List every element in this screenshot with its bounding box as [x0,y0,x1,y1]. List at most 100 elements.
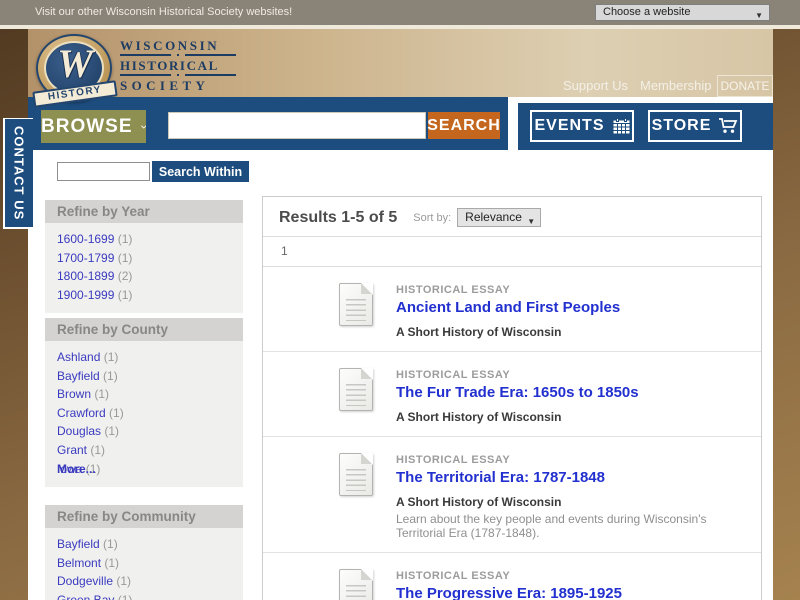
chevron-down-icon: ▼ [755,11,763,20]
results-panel: Results 1-5 of 5 Sort by: Relevance ▼ 1 [262,196,762,600]
facet-community-link[interactable]: Green Bay [57,593,114,600]
facet-community-count: (1) [103,537,118,551]
page-background: Visit our other Wisconsin Historical Soc… [0,0,800,600]
search-within-button[interactable]: Search Within [152,161,249,182]
sort-by-label: Sort by: [413,211,452,224]
events-label: EVENTS [534,117,605,134]
result-row: HISTORICAL ESSAY The Progressive Era: 18… [263,553,761,600]
facet-year-item: 1800-1899 (2) [45,267,243,286]
calendar-icon [613,118,629,134]
facet-county-count: (1) [109,405,124,420]
facet-county-item: Brown (1) [45,385,243,404]
cart-icon [719,118,738,133]
top-utility-bar: Visit our other Wisconsin Historical Soc… [0,0,800,25]
contact-us-tab[interactable]: CONTACT US [3,118,33,229]
results-summary: Results 1-5 of 5 [279,208,398,226]
facet-year-link[interactable]: 1900-1999 [57,288,114,302]
facet-county-count: (1) [104,424,120,439]
facet-community-count: (1) [116,574,132,589]
facet-county-count: (1) [103,368,118,383]
facet-county-link[interactable]: Ashland [57,350,100,364]
page-fold-corner [361,368,373,380]
facet-county-link[interactable]: Grant [57,443,87,457]
result-row: HISTORICAL ESSAY The Territorial Era: 17… [263,437,761,553]
results-list: HISTORICAL ESSAY Ancient Land and First … [263,267,761,600]
document-text-lines [346,299,366,321]
facet-county-count: (1) [90,442,106,457]
sort-dropdown[interactable]: Relevance ▼ [457,208,542,227]
result-type-label: HISTORICAL ESSAY [396,369,511,381]
document-icon[interactable] [339,569,373,600]
logo-wordmark[interactable]: WISCONSIN HISTORICAL SOCIETY [120,38,238,93]
store-button[interactable]: STORE [648,110,742,142]
result-title-link[interactable]: The Progressive Era: 1895-1925 [396,585,622,600]
facet-community-link[interactable]: Bayfield [57,537,100,551]
facet-year-title: Refine by Year [45,200,243,223]
facet-community-count: (1) [117,592,133,600]
facet-year-count: (1) [117,232,133,246]
facet-community-item: Bayfield (1) [45,535,243,554]
facet-county-item: Ashland (1) [45,348,243,367]
page-number[interactable]: 1 [281,244,288,258]
result-title-link[interactable]: The Fur Trade Era: 1650s to 1850s [396,384,639,401]
membership-link[interactable]: Membership [640,78,712,93]
logo-wordmark-line: SOCIETY [120,78,210,93]
facet-year-link[interactable]: 1800-1899 [57,269,114,283]
result-type-label: HISTORICAL ESSAY [396,454,511,466]
choose-website-dropdown[interactable]: Choose a website ▼ [595,4,770,21]
facet-community-title: Refine by Community [45,505,243,528]
support-us-link[interactable]: Support Us [563,78,628,93]
facet-community-link[interactable]: Dodgeville [57,574,113,588]
browse-button[interactable]: BROWSE [41,110,146,143]
result-title-link[interactable]: Ancient Land and First Peoples [396,299,620,316]
browse-label: BROWSE [41,115,133,137]
society-logo[interactable]: W HISTORY [32,32,118,108]
logo-w-letter: W [57,41,93,86]
search-button[interactable]: SEARCH [427,112,500,139]
facet-community-item: Green Bay (1) [45,591,243,600]
facet-county-link[interactable]: Crawford [57,406,106,420]
facet-county-title: Refine by County [45,318,243,341]
results-header: Results 1-5 of 5 Sort by: Relevance ▼ [263,197,761,237]
result-title-link[interactable]: The Territorial Era: 1787-1848 [396,469,605,486]
result-row: HISTORICAL ESSAY The Fur Trade Era: 1650… [263,352,761,437]
facet-county-item: Crawford (1) [45,404,243,423]
store-label: STORE [651,117,712,134]
document-text-lines [346,585,366,600]
divider-strip [0,25,800,29]
result-type-label: HISTORICAL ESSAY [396,284,511,296]
facet-county-link[interactable]: Brown [57,387,91,401]
document-icon[interactable] [339,368,373,411]
facet-year-item: 1600-1699 (1) [45,230,243,249]
facet-county-more-link[interactable]: More... [45,459,243,479]
other-websites-message: Visit our other Wisconsin Historical Soc… [35,6,293,18]
facet-community-link[interactable]: Belmont [57,556,101,570]
donate-button[interactable]: DONATE [717,75,773,97]
contact-us-label: CONTACT US [11,125,27,221]
facet-county-item: Grant (1) [45,441,243,460]
page-fold-corner [361,283,373,295]
facet-year-item: 1900-1999 (1) [45,286,243,305]
logo-wordmark-line: HISTORICAL [120,58,238,76]
chevron-down-icon: ▼ [527,217,536,226]
document-text-lines [346,384,366,406]
logo-wordmark-line: WISCONSIN [120,38,238,56]
facet-community-list: Bayfield (1) Belmont (1) Dodgeville (1) [45,528,243,600]
pagination: 1 [263,237,761,267]
chevron-down-icon [140,124,146,129]
facet-county-link[interactable]: Douglas [57,424,101,438]
document-icon[interactable] [339,283,373,326]
facet-year-link[interactable]: 1600-1699 [57,232,114,246]
facet-year-list: 1600-1699 (1) 1700-1799 (1) 1800-1899 (2… [45,223,243,314]
result-subtitle: A Short History of Wisconsin [396,410,562,424]
document-icon[interactable] [339,453,373,496]
events-button[interactable]: EVENTS [530,110,634,142]
search-within-input[interactable] [57,162,150,181]
facet-year-link[interactable]: 1700-1799 [57,251,114,265]
page-fold-corner [361,569,373,581]
facet-refine-by-community: Refine by Community Bayfield (1) Belmont… [45,505,243,600]
facet-year-count: (1) [117,287,133,302]
facet-county-link[interactable]: Bayfield [57,369,100,383]
search-input[interactable] [168,112,426,139]
result-description: Learn about the key people and events du… [396,512,707,540]
